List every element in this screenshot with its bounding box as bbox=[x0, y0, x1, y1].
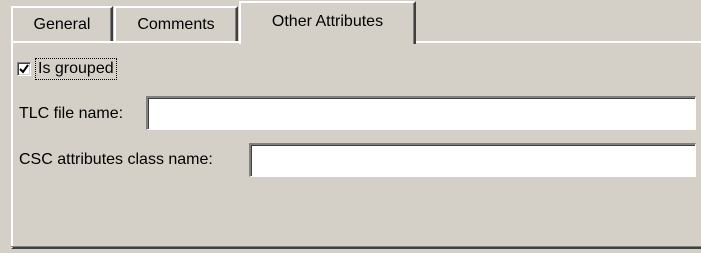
tab-other-attributes[interactable]: Other Attributes bbox=[239, 1, 416, 44]
is-grouped-label[interactable]: Is grouped bbox=[35, 58, 117, 80]
tab-comments[interactable]: Comments bbox=[114, 6, 238, 42]
is-grouped-row: Is grouped bbox=[17, 57, 117, 81]
active-tab-gap bbox=[241, 41, 412, 44]
csc-attributes-class-name-field[interactable] bbox=[249, 143, 696, 177]
tab-other-attributes-label: Other Attributes bbox=[271, 13, 384, 30]
tlc-file-name-label: TLC file name: bbox=[19, 105, 124, 122]
tab-general[interactable]: General bbox=[11, 6, 113, 42]
csc-attributes-class-name-label: CSC attributes class name: bbox=[19, 151, 213, 168]
tab-comments-label: Comments bbox=[137, 16, 215, 33]
tab-strip: General Comments Other Attributes bbox=[0, 0, 701, 44]
tab-general-label: General bbox=[33, 16, 91, 33]
is-grouped-checkbox[interactable] bbox=[17, 62, 31, 76]
check-icon bbox=[19, 64, 29, 74]
tlc-file-name-field[interactable] bbox=[146, 96, 696, 130]
